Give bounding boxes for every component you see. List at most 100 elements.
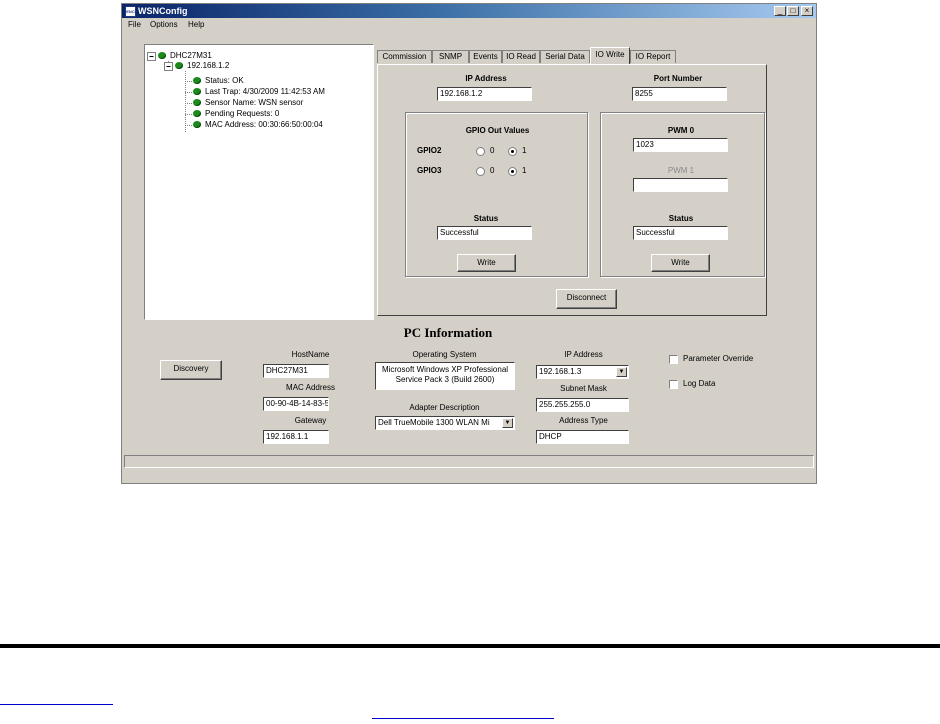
- tab-io-read[interactable]: IO Read: [502, 50, 540, 63]
- adapter-description-label: Adapter Description: [409, 403, 480, 412]
- node-icon: [193, 88, 201, 96]
- tab-io-write[interactable]: IO Write: [590, 47, 630, 64]
- gpio-write-button[interactable]: Write: [457, 254, 516, 272]
- subnet-mask-field[interactable]: 255.255.255.0: [536, 398, 629, 412]
- address-type-field[interactable]: DHCP: [536, 430, 629, 444]
- status-label-right: Status: [668, 214, 694, 223]
- log-data-label: Log Data: [683, 379, 716, 388]
- tree-item-pending[interactable]: Pending Requests: 0: [193, 109, 279, 119]
- tab-commission[interactable]: Commission: [377, 50, 432, 63]
- io-write-panel: IP Address 192.168.1.2 Port Number 8255 …: [377, 64, 767, 316]
- tab-serial-data[interactable]: Serial Data: [540, 50, 590, 63]
- gpio2-radio-1-label: 1: [522, 146, 527, 155]
- pc-ip-address-value: 192.168.1.3: [539, 367, 582, 376]
- tree-item-label: Pending Requests: 0: [205, 109, 280, 118]
- pwm1-field[interactable]: [633, 178, 728, 192]
- tree-item-label: Status: OK: [205, 76, 244, 85]
- pc-information-heading: PC Information: [403, 325, 493, 340]
- tree-root[interactable]: DHC27M31: [158, 51, 212, 61]
- tree-item-label: Last Trap: 4/30/2009 11:42:53 AM: [205, 87, 325, 96]
- pc-ip-address-select[interactable]: 192.168.1.3 ▼: [536, 365, 629, 379]
- gpio3-label: GPIO3: [417, 166, 442, 175]
- gpio2-label: GPIO2: [417, 146, 442, 155]
- gpio2-radio-0-label: 0: [490, 146, 495, 155]
- tree-item-label: Sensor Name: WSN sensor: [205, 98, 304, 107]
- node-icon: [193, 110, 201, 118]
- adapter-description-value: Dell TrueMobile 1300 WLAN Mi: [378, 418, 490, 427]
- chevron-down-icon[interactable]: ▼: [502, 418, 513, 428]
- parameter-override-label: Parameter Override: [683, 354, 754, 363]
- gpio-group: GPIO Out Values GPIO2 0 1 GPIO3 0 1 Stat…: [405, 112, 588, 277]
- node-icon: [193, 121, 201, 129]
- link-underline[interactable]: [0, 704, 113, 705]
- node-icon: [193, 77, 201, 85]
- pc-ip-address-label: IP Address: [564, 350, 603, 359]
- os-line-1: Microsoft Windows XP Professional: [381, 365, 509, 374]
- gateway-label: Gateway: [294, 416, 327, 425]
- subnet-mask-label: Subnet Mask: [560, 384, 607, 393]
- tree-node-label: 192.168.1.2: [187, 61, 230, 70]
- pwm-write-button[interactable]: Write: [651, 254, 710, 272]
- maximize-button[interactable]: □: [787, 6, 799, 16]
- gpio3-radio-1[interactable]: [508, 167, 517, 176]
- app-icon: ENC: [125, 6, 136, 17]
- parameter-override-checkbox[interactable]: [669, 355, 678, 364]
- node-icon: [175, 62, 183, 70]
- node-icon: [193, 99, 201, 107]
- menu-options[interactable]: Options: [150, 19, 178, 31]
- log-data-checkbox[interactable]: [669, 380, 678, 389]
- tab-events[interactable]: Events: [469, 50, 502, 63]
- tree-device-node[interactable]: 192.168.1.2: [175, 61, 229, 71]
- menu-help[interactable]: Help: [188, 19, 204, 31]
- tree-item-mac[interactable]: MAC Address: 00:30:66:50:00:04: [193, 120, 323, 130]
- gpio2-radio-0[interactable]: [476, 147, 485, 156]
- os-line-2: Service Pack 3 (Build 2600): [395, 375, 495, 384]
- tree-root-label: DHC27M31: [170, 51, 212, 60]
- horizontal-rule: [0, 644, 940, 648]
- port-number-label: Port Number: [653, 74, 703, 83]
- ip-address-field[interactable]: 192.168.1.2: [437, 87, 532, 101]
- wsnconfig-window: ENC WSNConfig _ □ × File Options Help DH…: [121, 3, 817, 484]
- tab-snmp[interactable]: SNMP: [432, 50, 469, 63]
- close-button[interactable]: ×: [801, 6, 813, 16]
- gpio2-radio-1[interactable]: [508, 147, 517, 156]
- gpio3-radio-0-label: 0: [490, 166, 495, 175]
- port-number-field[interactable]: 8255: [632, 87, 727, 101]
- disconnect-button[interactable]: Disconnect: [556, 289, 617, 309]
- gpio-out-values-label: GPIO Out Values: [465, 126, 530, 135]
- tree-item-last-trap[interactable]: Last Trap: 4/30/2009 11:42:53 AM: [193, 87, 325, 97]
- operating-system-field: Microsoft Windows XP Professional Servic…: [375, 362, 515, 390]
- device-tree[interactable]: DHC27M31 192.168.1.2 Status: OK Last Tra…: [144, 44, 374, 320]
- status-field-right: Successful: [633, 226, 728, 240]
- gpio3-radio-1-label: 1: [522, 166, 527, 175]
- pwm-group: PWM 0 1023 PWM 1 Status Successful Write: [600, 112, 765, 277]
- status-label-left: Status: [473, 214, 499, 223]
- pwm0-field[interactable]: 1023: [633, 138, 728, 152]
- status-bar: [124, 455, 814, 468]
- address-type-label: Address Type: [559, 416, 608, 425]
- operating-system-label: Operating System: [412, 350, 477, 359]
- ip-address-label: IP Address: [465, 74, 507, 83]
- window-title: WSNConfig: [138, 6, 188, 16]
- tree-item-label: MAC Address: 00:30:66:50:00:04: [205, 120, 323, 129]
- gateway-field[interactable]: 192.168.1.1: [263, 430, 329, 444]
- discovery-button[interactable]: Discovery: [160, 360, 222, 380]
- adapter-description-select[interactable]: Dell TrueMobile 1300 WLAN Mi ▼: [375, 416, 515, 430]
- status-field-left: Successful: [437, 226, 532, 240]
- chevron-down-icon[interactable]: ▼: [616, 367, 627, 377]
- tab-io-report[interactable]: IO Report: [630, 50, 676, 63]
- pwm0-label: PWM 0: [667, 126, 695, 135]
- minimize-button[interactable]: _: [774, 6, 786, 16]
- tree-item-sensor-name[interactable]: Sensor Name: WSN sensor: [193, 98, 303, 108]
- link-underline[interactable]: [372, 718, 554, 719]
- node-icon: [158, 52, 166, 60]
- hostname-label: HostName: [291, 350, 330, 359]
- gpio3-radio-0[interactable]: [476, 167, 485, 176]
- menu-file[interactable]: File: [128, 19, 141, 31]
- tree-item-status[interactable]: Status: OK: [193, 76, 244, 86]
- pwm1-label: PWM 1: [667, 166, 695, 175]
- title-bar[interactable]: ENC WSNConfig _ □ ×: [122, 4, 816, 18]
- mac-address-label: MAC Address: [286, 383, 335, 392]
- mac-address-field[interactable]: 00-90-4B-14-83-57: [263, 397, 329, 411]
- hostname-field[interactable]: DHC27M31: [263, 364, 329, 378]
